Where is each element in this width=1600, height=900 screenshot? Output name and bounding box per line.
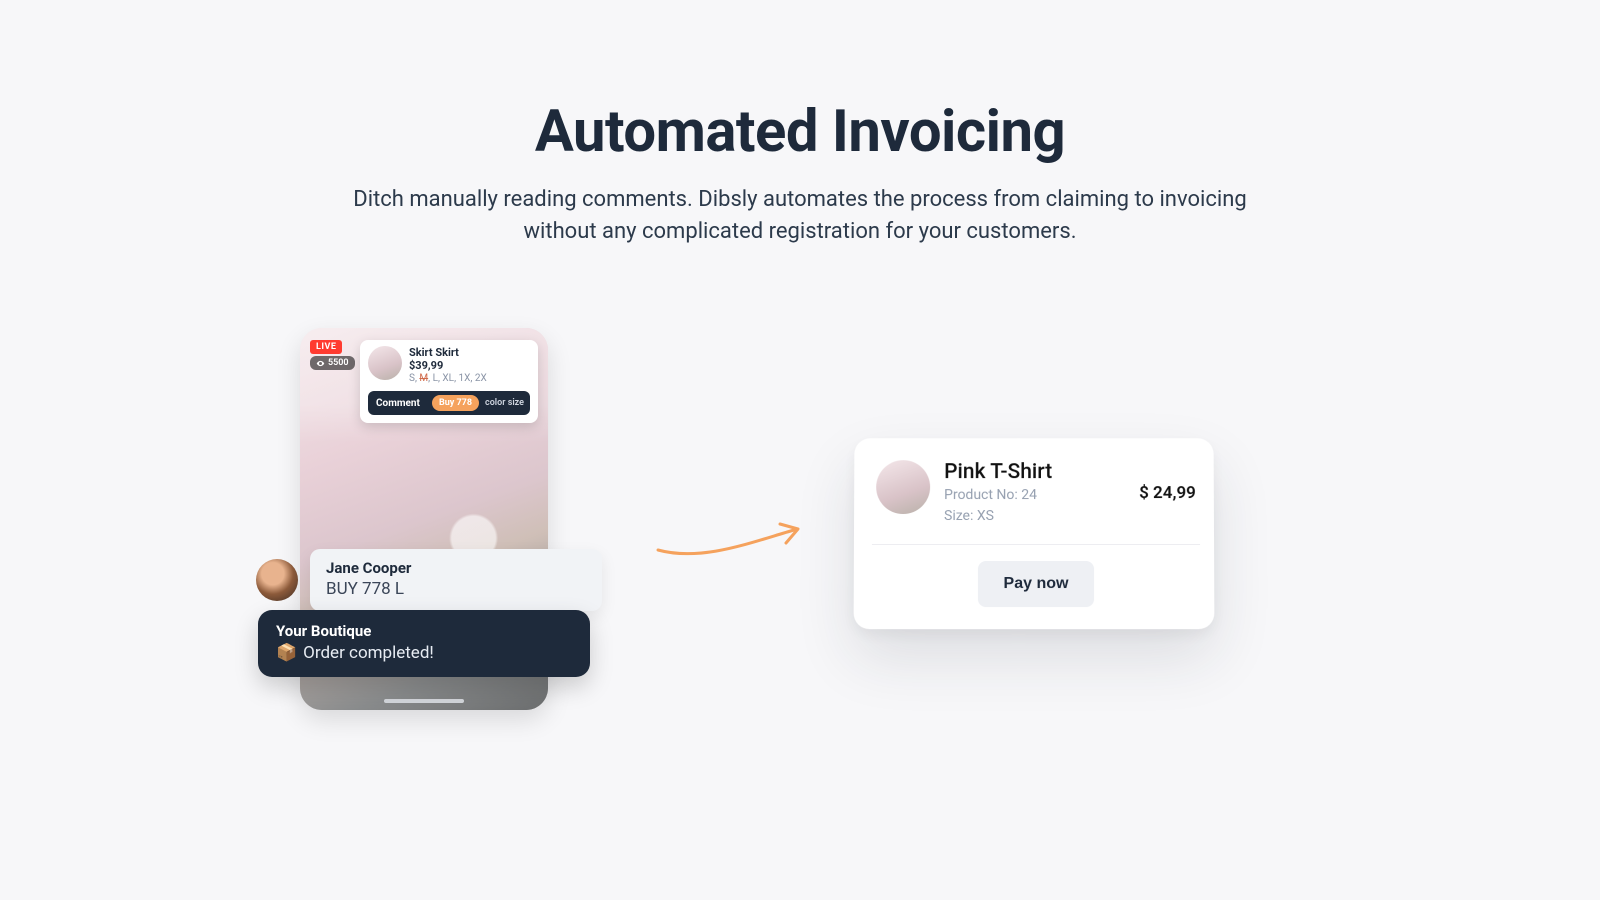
merchant-name: Your Boutique — [276, 622, 568, 640]
live-badge: LIVE — [310, 340, 342, 354]
page-title: Automated Invoicing — [0, 98, 1600, 166]
avatar — [256, 559, 298, 601]
invoice-product-size: Size: XS — [944, 507, 1125, 526]
customer-comment: Jane Cooper BUY 778 L — [256, 549, 602, 611]
merchant-message: Order completed! — [303, 643, 434, 663]
merchant-reply: Your Boutique 📦 Order completed! — [258, 610, 590, 677]
pay-now-button[interactable]: Pay now — [977, 561, 1094, 607]
divider — [872, 544, 1200, 545]
product-title: Skirt Skirt — [409, 346, 487, 359]
commenter-name: Jane Cooper — [326, 559, 582, 577]
product-sizes: S, M, L, XL, 1X, 2X — [409, 373, 487, 385]
home-indicator — [384, 699, 464, 703]
comment-label: Comment — [376, 398, 420, 409]
viewer-count: 5500 — [310, 356, 355, 370]
invoice-product-no: Product No: 24 — [944, 486, 1125, 505]
invoice-card: Pink T-Shirt Product No: 24 Size: XS $ 2… — [854, 438, 1215, 629]
page-subtitle: Ditch manually reading comments. Dibsly … — [350, 184, 1250, 248]
product-thumb — [368, 346, 402, 380]
product-overlay-card: Skirt Skirt $39,99 S, M, L, XL, 1X, 2X C… — [360, 340, 538, 423]
eye-icon — [316, 359, 325, 368]
comment-message: BUY 778 L — [326, 579, 582, 599]
invoice-product-thumb — [876, 460, 930, 514]
product-price: $39,99 — [409, 359, 487, 372]
comment-hint: color size — [485, 398, 524, 408]
package-icon: 📦 — [276, 643, 297, 663]
invoice-product-title: Pink T-Shirt — [944, 460, 1125, 484]
arrow-icon — [652, 510, 812, 580]
comment-bar: Comment Buy 778 color size — [368, 391, 530, 415]
invoice-price: $ 24,99 — [1139, 483, 1196, 503]
buy-pill: Buy 778 — [432, 395, 479, 411]
